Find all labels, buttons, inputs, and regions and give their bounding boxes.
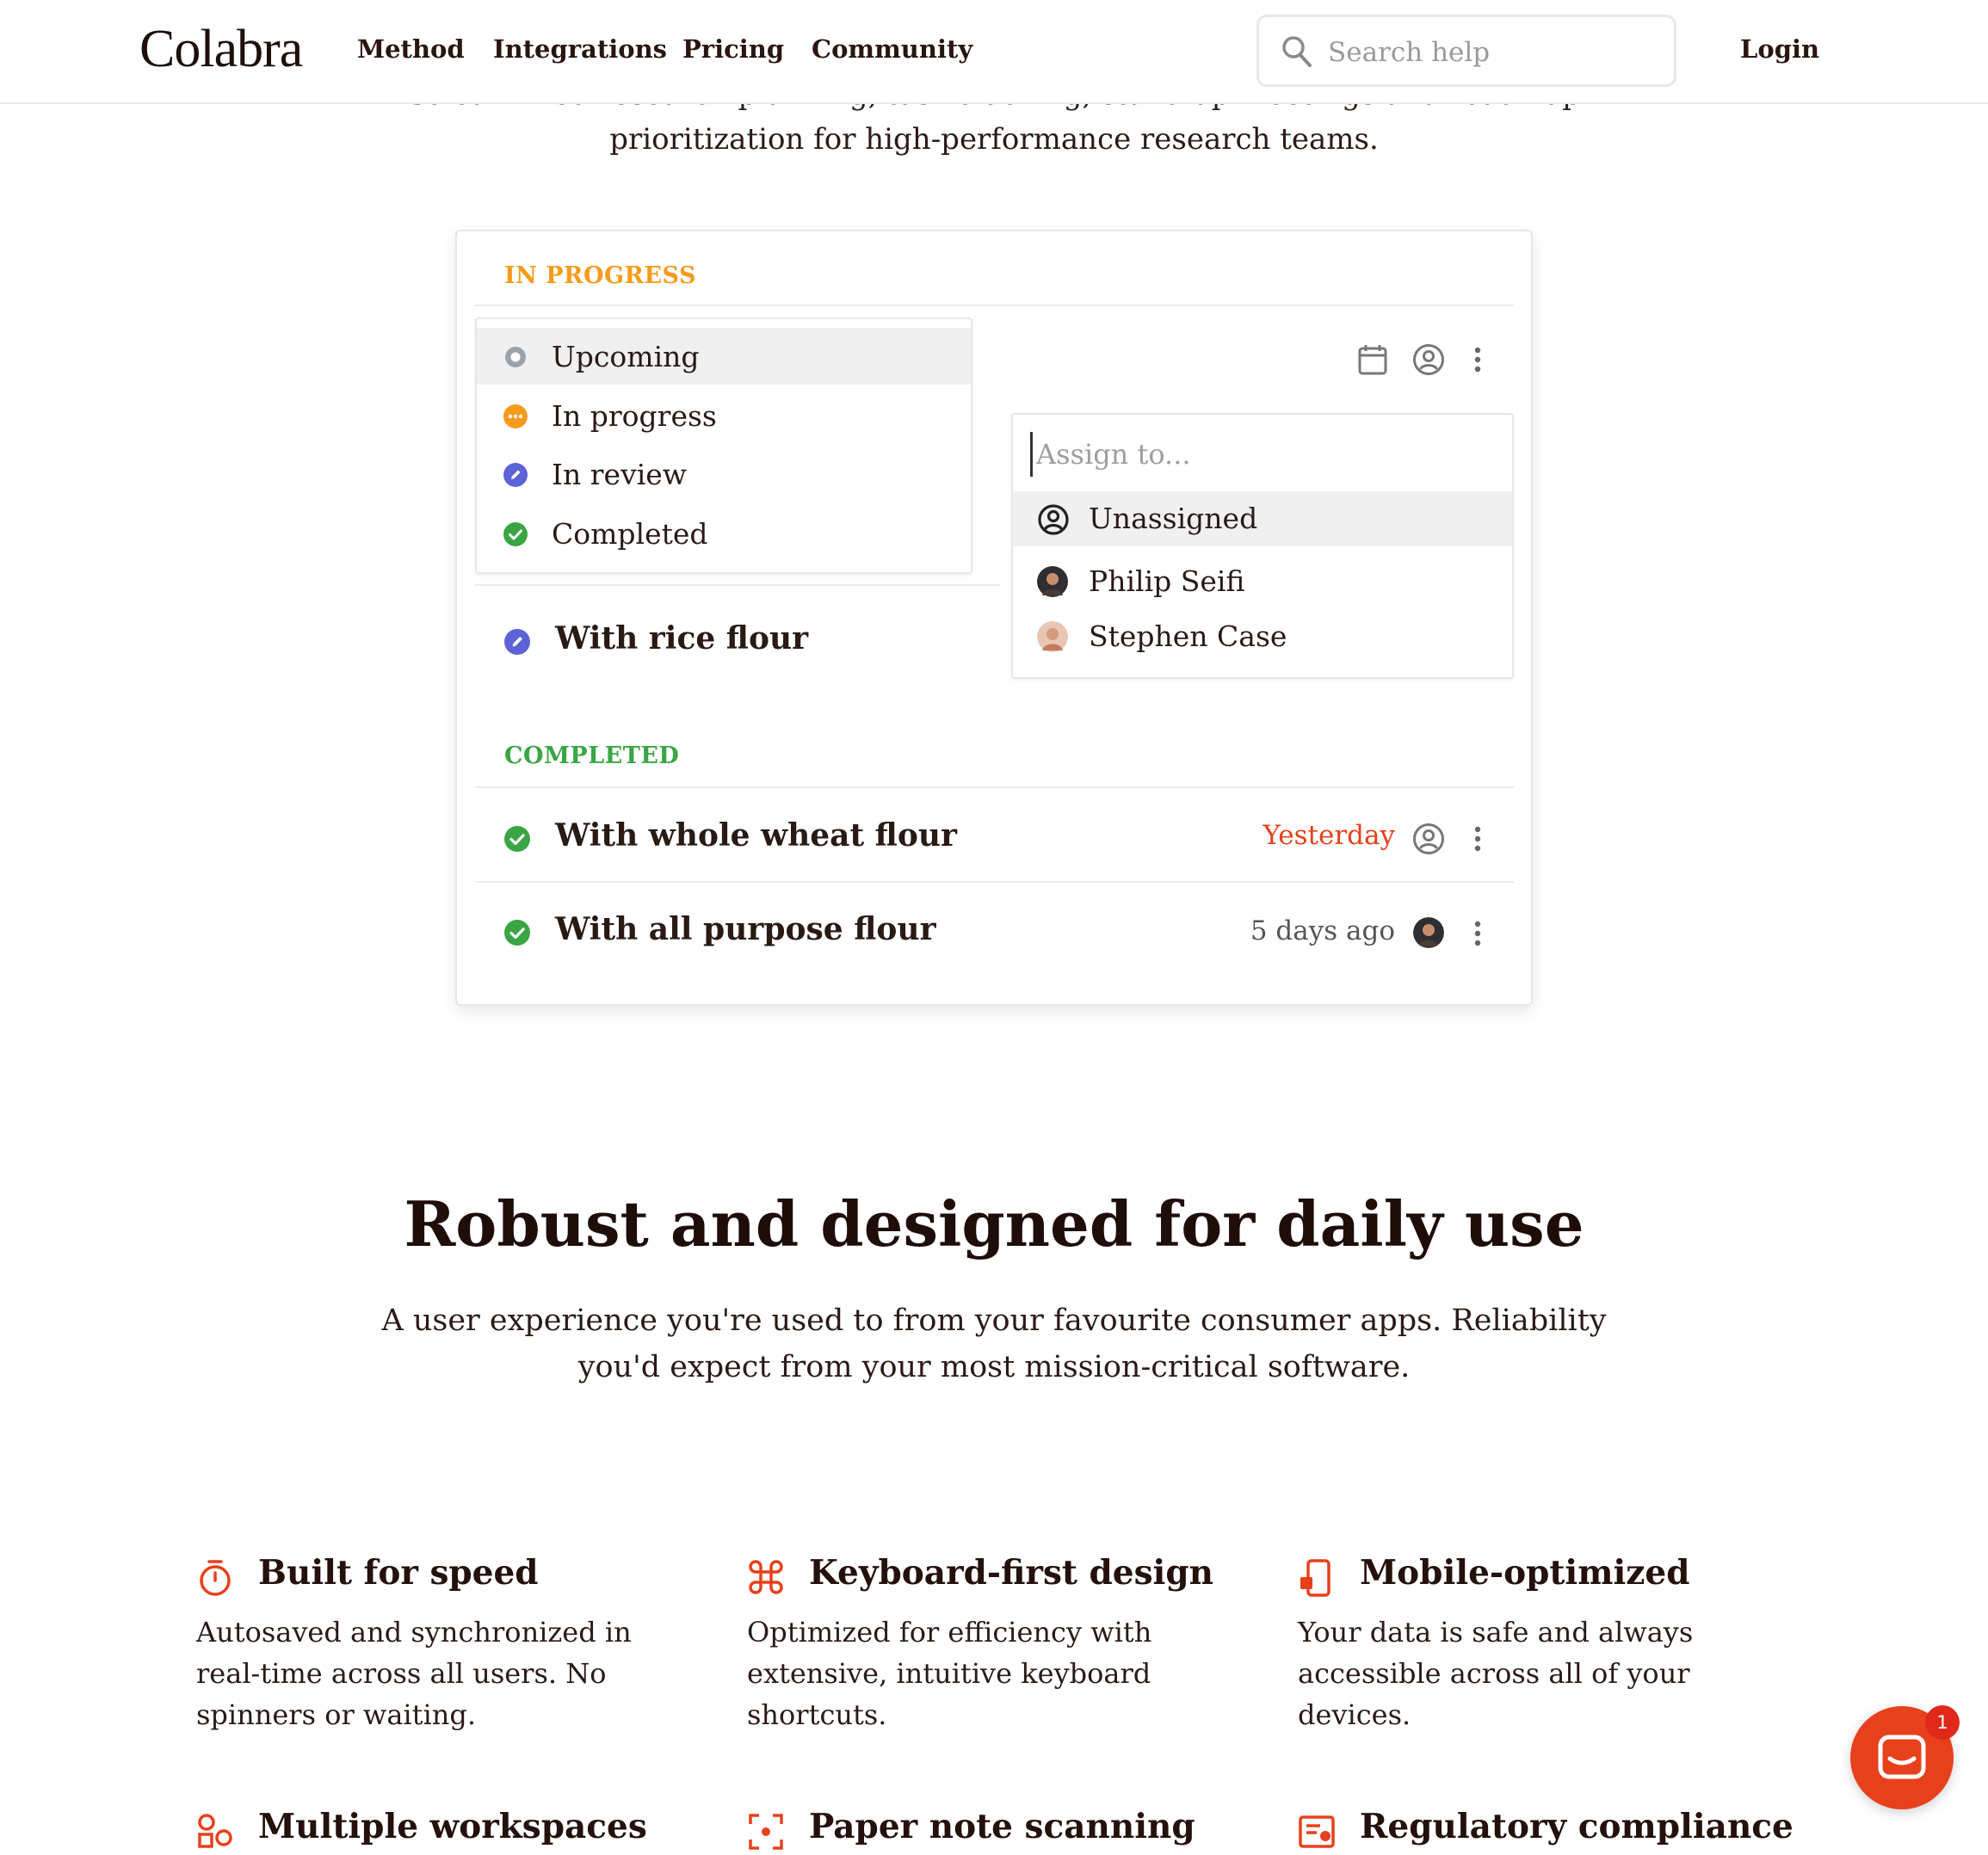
assign-to-input[interactable] [1030,432,1485,477]
completed-status-icon[interactable] [503,825,531,856]
assignee-option-unassigned[interactable]: Unassigned [1013,491,1512,546]
scan-icon [747,1812,785,1855]
status-option-upcoming[interactable]: Upcoming [477,328,971,385]
status-option-in-progress[interactable]: In progress [477,387,971,444]
features-subheading-line: you'd expect from your most mission-crit… [577,1350,1411,1384]
status-option-label: Completed [552,517,708,551]
assignee-icon[interactable] [1412,823,1445,859]
task-board-preview: IN PROGRESS Upcoming In progress In revi… [455,230,1533,1006]
assignee-option-label: Philip Seifi [1089,564,1245,598]
upcoming-status-icon [503,344,528,373]
status-option-label: In review [552,458,688,491]
top-navigation-bar: Colabra Method Integrations Pricing Comm… [0,0,1988,104]
nav-pricing-link[interactable]: Pricing [682,34,784,64]
unassigned-user-icon [1037,503,1070,539]
nav-method-link[interactable]: Method [357,34,465,64]
feature-title: Regulatory compliance [1360,1807,1794,1846]
assignee-option-stephen-case[interactable]: Stephen Case [1013,609,1512,664]
feature-description: Your data is safe and always accessible … [1298,1616,1694,1731]
assignee-option-philip-seifi[interactable]: Philip Seifi [1013,554,1512,609]
divider [475,786,1514,788]
feature-title: Multiple workspaces [258,1807,647,1846]
more-options-icon[interactable] [1472,823,1483,859]
in-progress-status-icon [503,404,528,433]
status-option-in-review[interactable]: In review [477,446,971,502]
feature-title: Paper note scanning [809,1807,1195,1846]
search-input[interactable] [1326,31,1665,74]
philip-seifi-avatar [1037,566,1068,601]
due-date[interactable]: Yesterday [1223,820,1396,851]
divider [475,305,1514,306]
workspaces-icon [196,1812,234,1855]
nav-integrations-link[interactable]: Integrations [493,34,667,64]
task-title[interactable]: With all purpose flour [555,911,936,947]
feature-description: Autosaved and synchronized in real-time … [196,1616,632,1731]
features-heading: Robust and designed for daily use [404,1187,1584,1260]
task-title[interactable]: With rice flour [555,620,808,656]
feature-title: Keyboard-first design [809,1553,1213,1593]
stephen-case-avatar [1037,621,1068,656]
status-option-label: In progress [552,399,717,433]
calendar-icon[interactable] [1357,343,1388,379]
feature-title: Mobile-optimized [1360,1553,1690,1593]
assignee-option-label: Stephen Case [1089,619,1287,653]
chat-icon [1878,1735,1926,1786]
divider [475,584,1000,586]
divider [475,881,1514,883]
feature-title: Built for speed [258,1553,539,1593]
in-review-status-icon [503,462,528,491]
status-dropdown-menu: Upcoming In progress In review Completed [475,317,972,574]
command-key-icon [747,1558,785,1599]
in-review-status-icon[interactable] [503,628,531,659]
completed-section-label: COMPLETED [504,743,680,769]
task-title[interactable]: With whole wheat flour [555,817,957,854]
nav-community-link[interactable]: Community [812,34,972,64]
features-subheading-line: A user experience you're used to from yo… [381,1303,1607,1338]
search-icon [1281,34,1313,72]
mobile-icon [1298,1558,1332,1601]
status-option-completed[interactable]: Completed [477,505,971,562]
stopwatch-icon [196,1558,234,1601]
hero-subtitle-line-2: prioritization for high-performance rese… [609,122,1379,157]
colabra-logo[interactable]: Colabra [139,19,303,80]
assignee-option-label: Unassigned [1089,502,1258,535]
more-options-icon[interactable] [1472,343,1483,379]
compliance-icon [1298,1812,1336,1855]
search-help-box[interactable] [1256,15,1676,87]
login-link[interactable]: Login [1740,34,1819,64]
completed-status-icon[interactable] [503,919,531,950]
assign-dropdown-menu: Unassigned Philip Seifi Stephen Case [1011,413,1514,679]
feature-description: Optimized for efficiency with extensive,… [747,1616,1152,1731]
notification-badge: 1 [1925,1705,1960,1740]
in-progress-section-label: IN PROGRESS [504,262,696,289]
more-options-icon[interactable] [1472,917,1483,953]
completed-status-icon [503,521,528,551]
due-date[interactable]: 5 days ago [1206,915,1395,946]
features-subheading: A user experience you're used to from yo… [0,1297,1988,1390]
assignee-icon[interactable] [1412,343,1445,379]
status-option-label: Upcoming [552,340,700,373]
philip-seifi-avatar[interactable] [1413,917,1444,948]
